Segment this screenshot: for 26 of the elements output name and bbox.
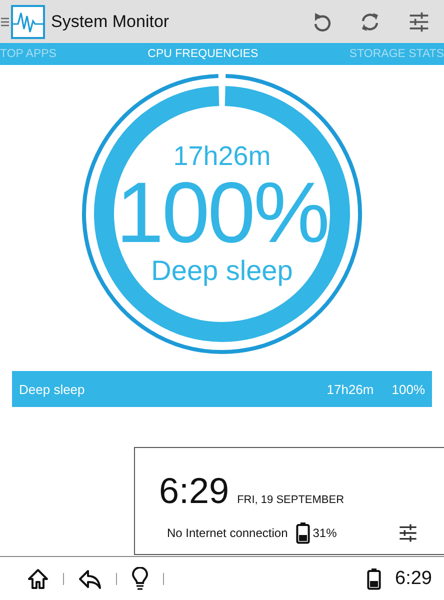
battery-icon: [367, 568, 382, 590]
settings-icon[interactable]: [408, 10, 430, 32]
pulse-logo-icon: [11, 4, 45, 38]
tab[interactable]: TOP APPS: [0, 48, 56, 60]
settings-icon[interactable]: [398, 523, 418, 543]
lightbulb-icon[interactable]: [131, 566, 149, 590]
duration-text: 17h26m: [173, 141, 271, 171]
percent-text: 100%: [116, 171, 328, 255]
battery-icon: [296, 522, 310, 544]
tab[interactable]: CPU FREQUENCIES: [148, 48, 258, 60]
popup-time: 6:29: [159, 470, 230, 512]
battery-percent: 31%: [312, 526, 337, 540]
state-duration: 17h26m: [326, 382, 374, 396]
state-name: Deep sleep: [19, 382, 86, 396]
window-title: System Monitor: [51, 12, 170, 32]
back-icon[interactable]: [78, 568, 102, 590]
state-text: Deep sleep: [151, 255, 293, 287]
state-percent: 100%: [392, 382, 425, 396]
clock-time: 6:29: [395, 568, 432, 590]
popup-date: FRI, 19 SEPTEMBER: [237, 494, 344, 506]
refresh-icon[interactable]: [360, 12, 380, 32]
tab[interactable]: STORAGE STATS: [349, 48, 444, 60]
network-status: No Internet connection: [167, 526, 288, 540]
menu-icon[interactable]: [1, 16, 9, 26]
undo-icon[interactable]: [312, 10, 332, 32]
home-icon[interactable]: [27, 568, 49, 590]
